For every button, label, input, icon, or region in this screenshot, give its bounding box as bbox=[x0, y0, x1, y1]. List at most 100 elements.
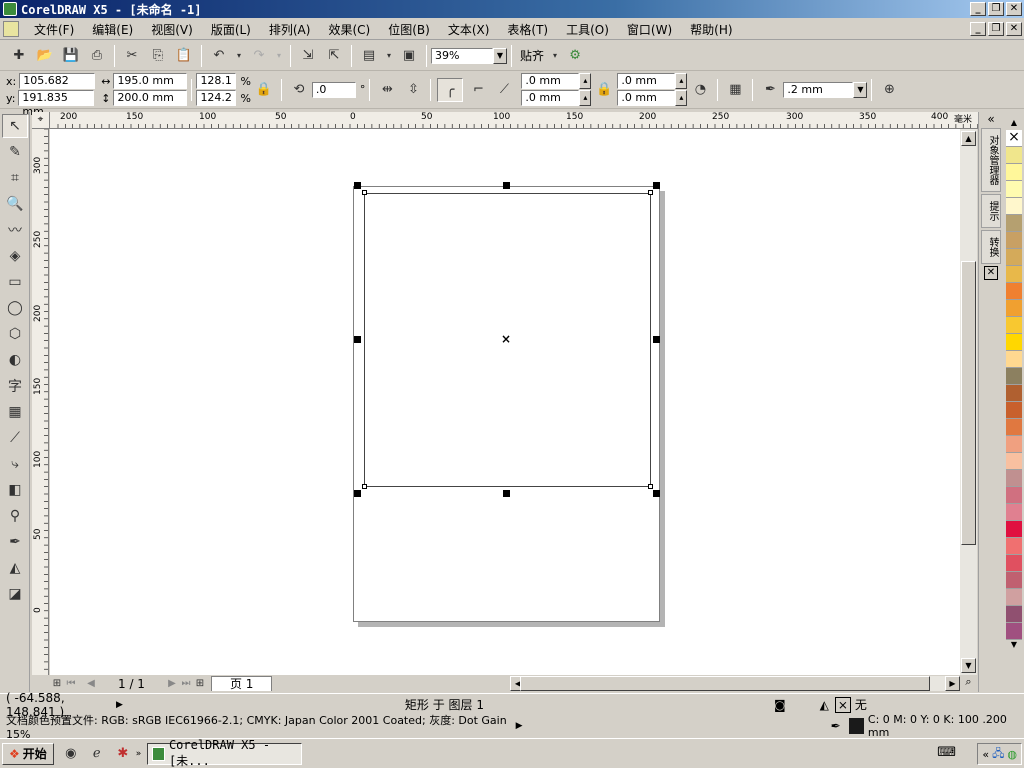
crop-tool-icon[interactable]: ⌗ bbox=[2, 166, 28, 190]
zoom-dropdown-icon[interactable]: ▼ bbox=[493, 47, 507, 64]
undo-icon[interactable]: ↶ bbox=[208, 45, 230, 67]
ruler-origin-icon[interactable]: ⌖ bbox=[32, 112, 50, 129]
menu-effects[interactable]: 效果(C) bbox=[319, 21, 379, 38]
doc-close-button[interactable]: ✕ bbox=[1006, 22, 1022, 36]
redo-dropdown-icon[interactable]: ▾ bbox=[274, 45, 284, 67]
corner-bottom-right-combo[interactable]: .0 mm ▴ bbox=[617, 90, 688, 106]
zoom-level-field[interactable]: 39% bbox=[431, 47, 493, 64]
palette-swatch[interactable] bbox=[1006, 419, 1022, 436]
taskbar-coreldraw-item[interactable]: CorelDRAW X5 - [未... bbox=[147, 738, 303, 768]
rectangle-node[interactable] bbox=[362, 484, 367, 489]
scroll-right-icon[interactable]: ▶ bbox=[945, 676, 960, 691]
palette-swatch[interactable] bbox=[1006, 504, 1022, 521]
y-position-field[interactable]: 191.835 mm bbox=[18, 90, 95, 118]
print-icon[interactable]: ⎙ bbox=[86, 45, 108, 67]
tray-app-icon[interactable]: ◍ bbox=[1007, 748, 1017, 761]
no-color-swatch[interactable]: ⨯ bbox=[1006, 130, 1022, 147]
hints-tab[interactable]: 提示 bbox=[981, 194, 1001, 228]
zoom-combo[interactable]: 39% ▼ bbox=[431, 47, 507, 64]
palette-swatch[interactable] bbox=[1006, 283, 1022, 300]
palette-swatch[interactable] bbox=[1006, 436, 1022, 453]
palette-swatch[interactable] bbox=[1006, 164, 1022, 181]
mirror-horizontal-icon[interactable]: ⇹ bbox=[376, 79, 398, 101]
scale-y-field[interactable]: 124.2 bbox=[196, 90, 237, 106]
eyedropper-tool-icon[interactable]: ⚲ bbox=[2, 504, 28, 528]
menu-arrange[interactable]: 排列(A) bbox=[260, 21, 320, 38]
application-launcher-icon[interactable]: ▤ bbox=[358, 45, 380, 67]
palette-scroll-down-icon[interactable]: ▼ bbox=[1005, 640, 1023, 652]
palette-swatch[interactable] bbox=[1006, 215, 1022, 232]
export-icon[interactable]: ⇱ bbox=[323, 45, 345, 67]
doc-minimize-button[interactable]: _ bbox=[970, 22, 986, 36]
rectangle-tool-icon[interactable]: ▭ bbox=[2, 270, 28, 294]
height-field[interactable]: 200.0 mm bbox=[113, 90, 188, 106]
open-folder-icon[interactable]: 📂 bbox=[34, 45, 56, 67]
drawing-canvas[interactable]: × bbox=[50, 129, 960, 675]
polygon-tool-icon[interactable]: ⬡ bbox=[2, 322, 28, 346]
start-button[interactable]: ❖ 开始 bbox=[2, 742, 54, 765]
interactive-fill-tool-icon[interactable]: ◪ bbox=[2, 582, 28, 606]
scallop-corner-icon[interactable]: ⌐ bbox=[467, 79, 489, 101]
save-icon[interactable]: 💾 bbox=[60, 45, 82, 67]
smart-fill-tool-icon[interactable]: ◈ bbox=[2, 244, 28, 268]
palette-swatch[interactable] bbox=[1006, 453, 1022, 470]
network-icon[interactable]: 🖧 bbox=[992, 745, 1004, 764]
outline-color-swatch[interactable] bbox=[848, 718, 864, 734]
palette-swatch[interactable] bbox=[1006, 232, 1022, 249]
corner-top-left-combo[interactable]: .0 mm ▴ bbox=[521, 73, 592, 89]
profile-arrow-icon[interactable]: ▶ bbox=[516, 721, 523, 731]
scale-x-field[interactable]: 128.1 bbox=[196, 73, 237, 89]
snap-dropdown-icon[interactable]: ▾ bbox=[550, 45, 560, 67]
connector-tool-icon[interactable]: ⤷ bbox=[2, 452, 28, 476]
palette-swatch[interactable] bbox=[1006, 368, 1022, 385]
docker-close-icon[interactable]: ✕ bbox=[984, 266, 998, 280]
fill-tool-icon[interactable]: ◭ bbox=[2, 556, 28, 580]
palette-swatch[interactable] bbox=[1006, 181, 1022, 198]
palette-swatch[interactable] bbox=[1006, 351, 1022, 368]
status-play-icon[interactable]: ▶ bbox=[116, 700, 123, 710]
new-document-icon[interactable]: ✚ bbox=[8, 45, 30, 67]
palette-swatch[interactable] bbox=[1006, 147, 1022, 164]
last-page-icon[interactable]: ⏭ bbox=[179, 673, 193, 695]
shape-tool-icon[interactable]: ✎ bbox=[2, 140, 28, 164]
pick-tool-icon[interactable]: ↖ bbox=[2, 114, 28, 138]
menu-layout[interactable]: 版面(L) bbox=[202, 21, 260, 38]
menu-tools[interactable]: 工具(O) bbox=[557, 21, 618, 38]
corner-bottom-left-spinner-icon[interactable]: ▴ bbox=[579, 90, 592, 106]
corner-lock-icon[interactable]: 🔒 bbox=[593, 79, 615, 101]
outline-width-dropdown-icon[interactable]: ▼ bbox=[853, 81, 868, 98]
keyboard-icon[interactable]: ⌨ bbox=[937, 745, 956, 760]
outline-width-combo[interactable]: .2 mm ▼ bbox=[783, 81, 868, 98]
corner-bottom-right-field[interactable]: .0 mm bbox=[617, 90, 676, 106]
horizontal-scroll-thumb[interactable] bbox=[520, 676, 931, 691]
options-icon[interactable]: ⚙ bbox=[564, 45, 586, 67]
palette-swatch[interactable] bbox=[1006, 266, 1022, 283]
width-field[interactable]: 195.0 mm bbox=[113, 73, 188, 89]
rectangle-node[interactable] bbox=[362, 190, 367, 195]
welcome-screen-icon[interactable]: ▣ bbox=[398, 45, 420, 67]
scroll-up-icon[interactable]: ▲ bbox=[961, 131, 976, 146]
blend-tool-icon[interactable]: ◧ bbox=[2, 478, 28, 502]
corner-top-right-spinner-icon[interactable]: ▴ bbox=[675, 73, 688, 89]
palette-swatch[interactable] bbox=[1006, 334, 1022, 351]
palette-swatch[interactable] bbox=[1006, 521, 1022, 538]
palette-swatch[interactable] bbox=[1006, 470, 1022, 487]
page-tab[interactable]: 页 1 bbox=[210, 676, 273, 691]
document-color-profile[interactable]: 文档颜色预置文件: RGB: sRGB IEC61966-2.1; CMYK: … bbox=[6, 712, 510, 741]
palette-swatch[interactable] bbox=[1006, 249, 1022, 266]
menu-table[interactable]: 表格(T) bbox=[498, 21, 557, 38]
copy-icon[interactable]: ⎘ bbox=[147, 45, 169, 67]
undo-dropdown-icon[interactable]: ▾ bbox=[234, 45, 244, 67]
menu-help[interactable]: 帮助(H) bbox=[681, 21, 741, 38]
menu-bitmaps[interactable]: 位图(B) bbox=[379, 21, 439, 38]
convert-to-curves-icon[interactable]: ⊕ bbox=[878, 79, 900, 101]
selection-handle-bottom-right[interactable] bbox=[653, 490, 660, 497]
table-tool-icon[interactable]: ▦ bbox=[2, 400, 28, 424]
vertical-scrollbar[interactable]: ▲ ▼ bbox=[960, 129, 977, 675]
rectangle-node[interactable] bbox=[648, 484, 653, 489]
palette-swatch[interactable] bbox=[1006, 623, 1022, 640]
close-button[interactable]: ✕ bbox=[1006, 2, 1022, 16]
selection-handle-bottom-left[interactable] bbox=[354, 490, 361, 497]
rotation-angle-field[interactable]: .0 bbox=[311, 81, 356, 98]
freehand-tool-icon[interactable]: 〰 bbox=[2, 218, 28, 242]
